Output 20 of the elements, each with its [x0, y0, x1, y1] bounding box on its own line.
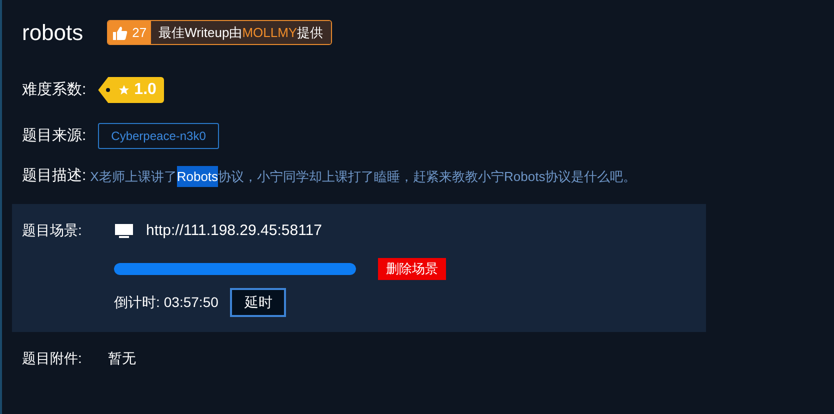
source-tag: Cyberpeace-n3k0	[98, 123, 219, 149]
field-label: 题目附件:	[22, 348, 83, 368]
countdown-label: 倒计时:	[114, 292, 160, 312]
difficulty-value: 1.0	[134, 80, 156, 100]
writeup-credit: 最佳Writeup由MOLLMY提供	[150, 20, 332, 44]
field-label: 题目来源:	[22, 126, 86, 146]
delete-scene-button[interactable]: 删除场景	[378, 258, 446, 280]
field-label: 题目描述:	[22, 166, 86, 186]
field-label: 难度系数:	[22, 80, 86, 100]
monitor-icon	[114, 222, 134, 239]
star-icon	[118, 84, 130, 96]
thumbs-up-icon	[112, 24, 128, 40]
description-text: X老师上课讲了 Robots协议，小宁同学却上课打了瞌睡，赶紧来教教小宁Robots协议是什么吧。	[90, 166, 636, 186]
attachment-value: 暂无	[108, 348, 136, 368]
countdown-time: 03:57:50	[164, 292, 218, 312]
scene-url[interactable]: http://111.198.29.45:58117	[146, 220, 322, 242]
extend-button[interactable]: 延时	[230, 288, 286, 316]
challenge-title: robots	[22, 19, 84, 47]
field-label: 题目场景:	[22, 221, 83, 240]
like-count: 27	[132, 24, 147, 42]
